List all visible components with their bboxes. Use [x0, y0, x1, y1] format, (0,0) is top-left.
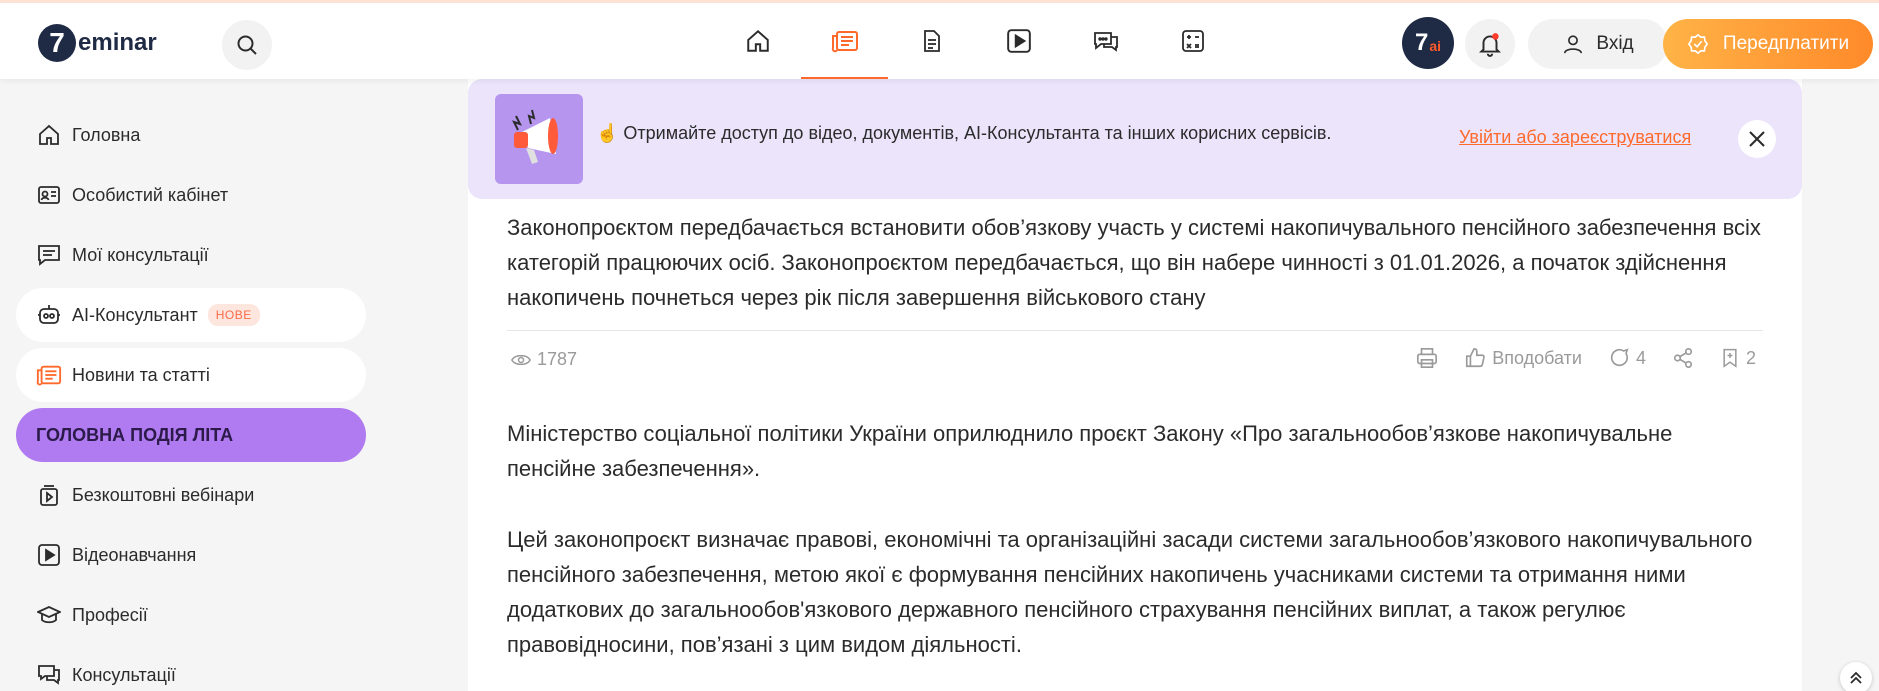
subscribe-label: Передплатити [1722, 33, 1850, 54]
nav-calculators[interactable] [1149, 3, 1236, 79]
news-icon [831, 31, 858, 53]
sidebar-item-home[interactable]: Головна [16, 108, 366, 162]
megaphone-icon [512, 109, 558, 164]
article-lead: Законопроєктом передбачається встановити… [507, 215, 1761, 310]
like-label: Вподобати [1492, 347, 1582, 368]
main-nav [714, 3, 1236, 79]
chat-icon [1093, 32, 1118, 52]
access-banner: ☝ Отримайте доступ до відео, документів,… [468, 79, 1802, 199]
share-button[interactable] [1672, 347, 1694, 369]
logo-text: eminar [78, 29, 157, 56]
double-chevron-up-icon [1850, 671, 1862, 684]
sidebar-menu: Головна Особистий кабінет Мої консультац… [16, 108, 366, 691]
sidebar-item-webinars[interactable]: Безкоштовні вебінари [16, 468, 366, 522]
consult-icon [36, 662, 62, 688]
thumbs-up-icon [1466, 348, 1486, 368]
sidebar-item-label: Особистий кабінет [72, 184, 229, 205]
sidebar-item-cabinet[interactable]: Особистий кабінет [16, 168, 366, 222]
webinar-icon [36, 482, 62, 508]
share-icon [1673, 348, 1693, 368]
comment-icon [1610, 348, 1629, 367]
comments-button[interactable]: 4 [1608, 347, 1646, 369]
home-icon [36, 122, 62, 148]
logo-mark: 7 [38, 24, 76, 62]
bookmark-button[interactable]: 2 [1720, 347, 1756, 369]
banner-text: ☝ Отримайте доступ до відео, документів,… [596, 123, 1332, 143]
nav-home[interactable] [714, 3, 801, 79]
article-paragraph-2: Цей законопроєкт визначає правові, еконо… [507, 527, 1753, 657]
ai-consultant-badge[interactable]: 7 ai [1402, 17, 1454, 69]
views-count: 1787 [537, 349, 578, 369]
video-icon [1006, 29, 1031, 53]
views-counter: 1787 [511, 349, 577, 370]
ai-badge-main: 7 [1414, 29, 1429, 56]
subscribe-button[interactable]: Передплатити [1663, 19, 1873, 69]
nav-chat[interactable] [1062, 3, 1149, 79]
sidebar-item-label: Безкоштовні вебінари [72, 484, 255, 505]
sidebar-item-professions[interactable]: Професії [16, 588, 366, 642]
sidebar-item-label: Відеонавчання [72, 544, 197, 565]
nav-news[interactable] [801, 3, 888, 79]
article-actions: Вподобати 4 2 [1416, 347, 1756, 369]
id-card-icon [36, 182, 62, 208]
search-button[interactable] [222, 20, 272, 70]
banner-close-button[interactable] [1738, 120, 1776, 158]
eye-icon [511, 354, 531, 365]
bookmarks-count: 2 [1745, 347, 1756, 368]
video-icon [36, 542, 62, 568]
seminar-logo[interactable]: 7 eminar [38, 23, 157, 63]
sidebar-item-label: Новини та статті [72, 364, 210, 385]
message-lines-icon [36, 242, 62, 268]
divider [507, 330, 1763, 331]
nav-documents[interactable] [888, 3, 975, 79]
megaphone-image [495, 94, 583, 184]
robot-icon [36, 302, 62, 328]
badge-check-icon [1687, 33, 1709, 55]
login-register-link[interactable]: Увійти або зареєструватися [1459, 127, 1691, 148]
bell-icon [1478, 33, 1502, 57]
like-button[interactable]: Вподобати [1464, 347, 1582, 369]
bookmark-icon [1723, 348, 1737, 368]
ai-badge-sub: ai [1429, 38, 1442, 54]
sidebar-item-label: AI-Консультант [72, 304, 198, 325]
sidebar-item-my-consultations[interactable]: Мої консультації [16, 228, 366, 282]
sidebar-item-video-learning[interactable]: Відеонавчання [16, 528, 366, 582]
sidebar-item-news[interactable]: Новини та статті [16, 348, 366, 402]
sidebar-item-consultations[interactable]: Консультації [16, 648, 366, 691]
sidebar-item-label: Мої консультації [72, 244, 209, 265]
sidebar-item-label: Головна [72, 124, 141, 145]
new-badge: НОВЕ [207, 304, 260, 326]
sidebar-item-label: ГОЛОВНА ПОДІЯ ЛІТА [36, 424, 234, 445]
nav-video[interactable] [975, 3, 1062, 79]
news-icon [36, 362, 62, 388]
login-button[interactable]: Вхід [1528, 19, 1668, 69]
user-icon [1564, 35, 1583, 54]
close-icon [1749, 131, 1765, 147]
sidebar-item-main-event[interactable]: ГОЛОВНА ПОДІЯ ЛІТА [16, 408, 366, 462]
graduation-icon [36, 602, 62, 628]
top-header: 7 eminar 7 ai Вхід Передплатити [0, 0, 1879, 79]
sidebar-item-ai-consultant[interactable]: AI-Консультант НОВЕ [16, 288, 366, 342]
home-icon [746, 29, 769, 52]
print-button[interactable] [1416, 347, 1438, 369]
sidebar-item-label: Професії [72, 604, 148, 625]
article-paragraph-1: Міністерство соціальної політики України… [507, 421, 1673, 481]
document-icon [923, 30, 940, 52]
sidebar-item-label: Консультації [72, 664, 176, 685]
comments-count: 4 [1635, 347, 1646, 368]
search-icon [237, 35, 257, 55]
scroll-to-top-button[interactable] [1840, 662, 1872, 691]
notifications-button[interactable] [1465, 19, 1515, 69]
print-icon [1417, 348, 1438, 368]
calculator-icon [1181, 30, 1204, 52]
login-label: Вхід [1596, 33, 1634, 54]
